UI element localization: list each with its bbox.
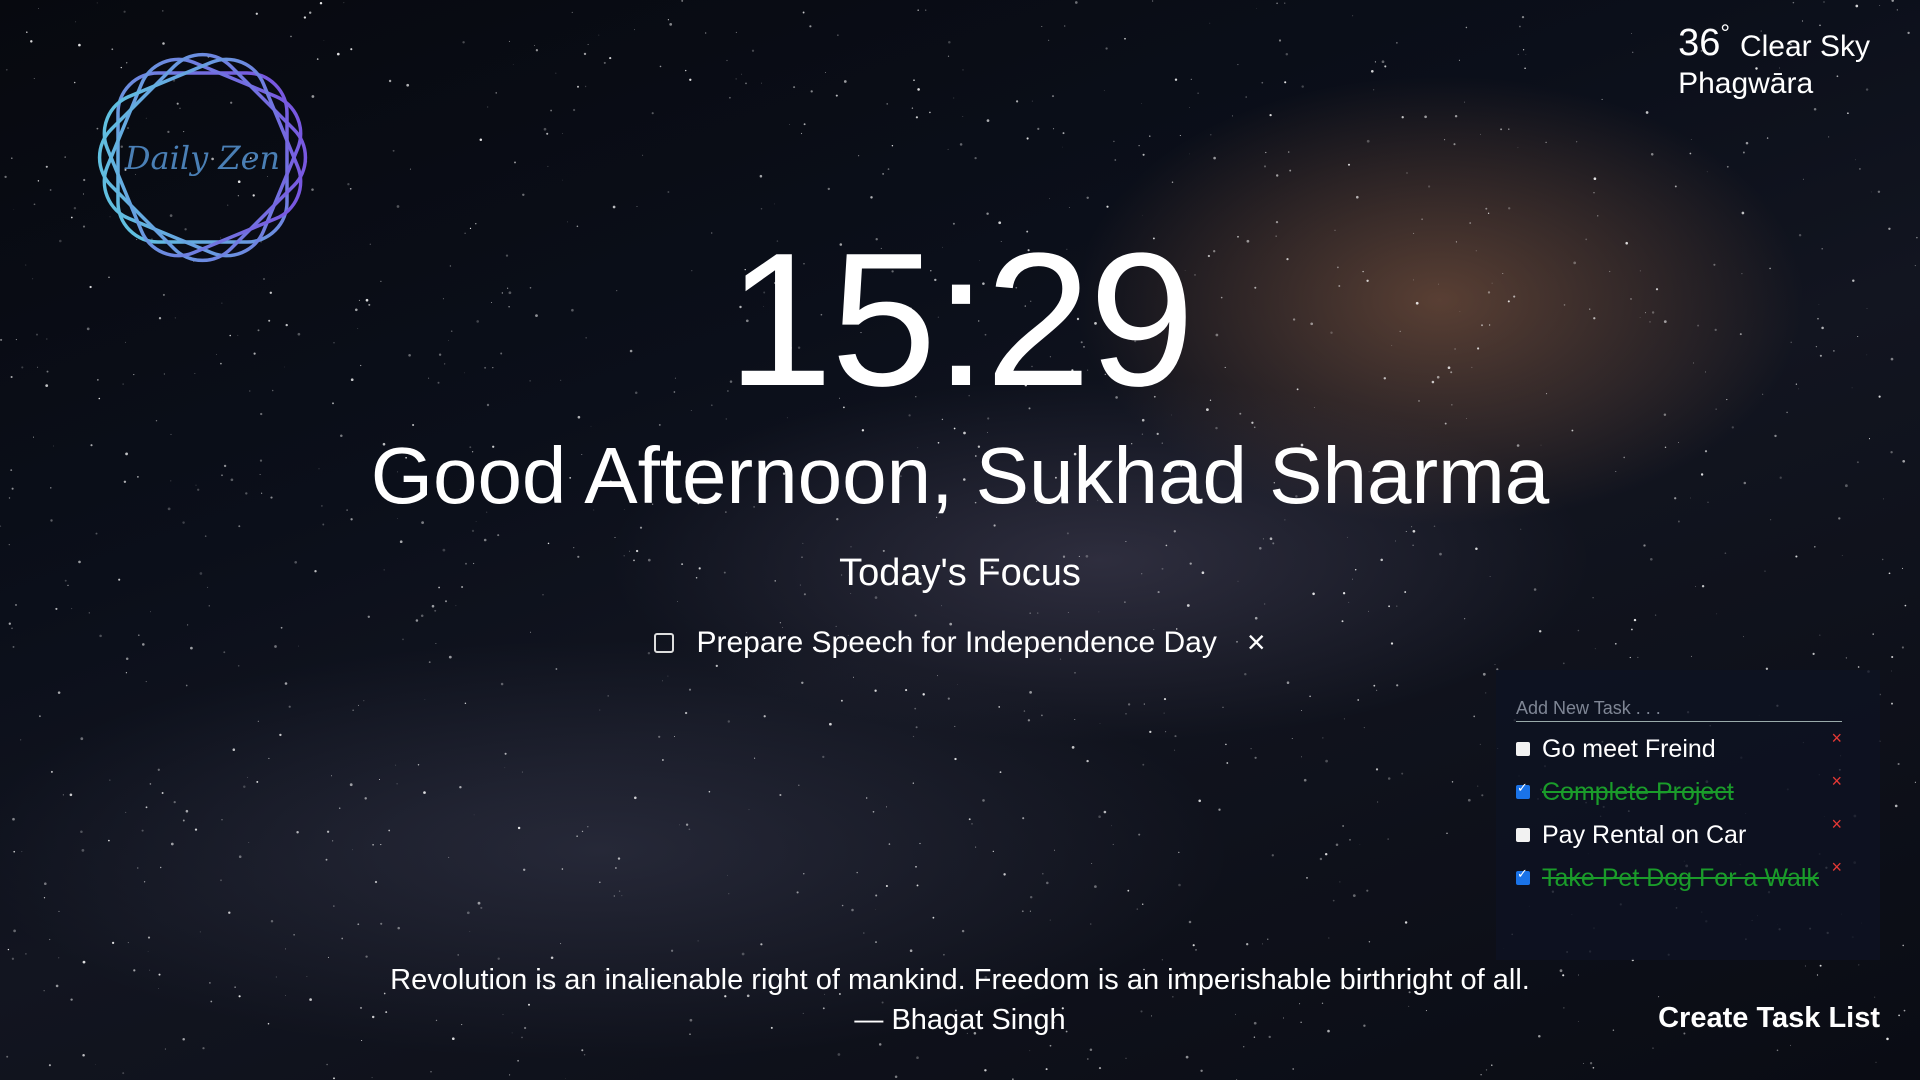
task-item: Take Pet Dog For a Walk ×: [1516, 857, 1862, 923]
task-label: Take Pet Dog For a Walk: [1542, 864, 1819, 892]
task-checkbox[interactable]: [1516, 828, 1530, 842]
quote: Revolution is an inalienable right of ma…: [0, 960, 1920, 1040]
temperature: 36: [1678, 22, 1721, 64]
task-label: Complete Project: [1542, 778, 1734, 806]
task-list-panel: Go meet Freind × Complete Project × Pay …: [1496, 670, 1880, 960]
weather-condition: Clear Sky: [1739, 30, 1870, 63]
focus-close-icon[interactable]: ×: [1247, 624, 1266, 661]
task-delete-icon[interactable]: ×: [1831, 771, 1842, 792]
clock: 15:29: [727, 214, 1194, 426]
focus-checkbox[interactable]: [654, 632, 675, 653]
create-task-list-button[interactable]: Create Task List: [1658, 1002, 1880, 1035]
task-item: Pay Rental on Car ×: [1516, 814, 1862, 863]
task-item: Complete Project ×: [1516, 771, 1862, 820]
task-delete-icon[interactable]: ×: [1831, 814, 1842, 835]
weather-location: Phagwāra: [1678, 67, 1814, 100]
quote-text: Revolution is an inalienable right of ma…: [390, 964, 1530, 996]
quote-author: — Bhagat Singh: [854, 1004, 1066, 1036]
focus-task-row: Prepare Speech for Independence Day ×: [0, 624, 1920, 661]
task-delete-icon[interactable]: ×: [1831, 857, 1842, 878]
task-label: Pay Rental on Car: [1542, 821, 1747, 849]
task-label: Go meet Freind: [1542, 735, 1716, 763]
greeting: Good Afternoon, Sukhad Sharma: [370, 431, 1550, 520]
task-checkbox[interactable]: [1516, 742, 1530, 756]
task-delete-icon[interactable]: ×: [1831, 728, 1842, 749]
task-checkbox[interactable]: [1516, 781, 1530, 799]
weather-widget: 36 ° Clear Sky Phagwāra: [1678, 20, 1870, 101]
focus-title: Today's Focus: [839, 552, 1081, 594]
add-task-input[interactable]: [1516, 692, 1842, 722]
focus-task-text: Prepare Speech for Independence Day: [696, 625, 1217, 659]
degree-symbol: °: [1720, 20, 1730, 47]
task-checkbox[interactable]: [1516, 867, 1530, 885]
task-list: Go meet Freind × Complete Project × Pay …: [1516, 728, 1862, 923]
task-item: Go meet Freind ×: [1516, 728, 1862, 777]
